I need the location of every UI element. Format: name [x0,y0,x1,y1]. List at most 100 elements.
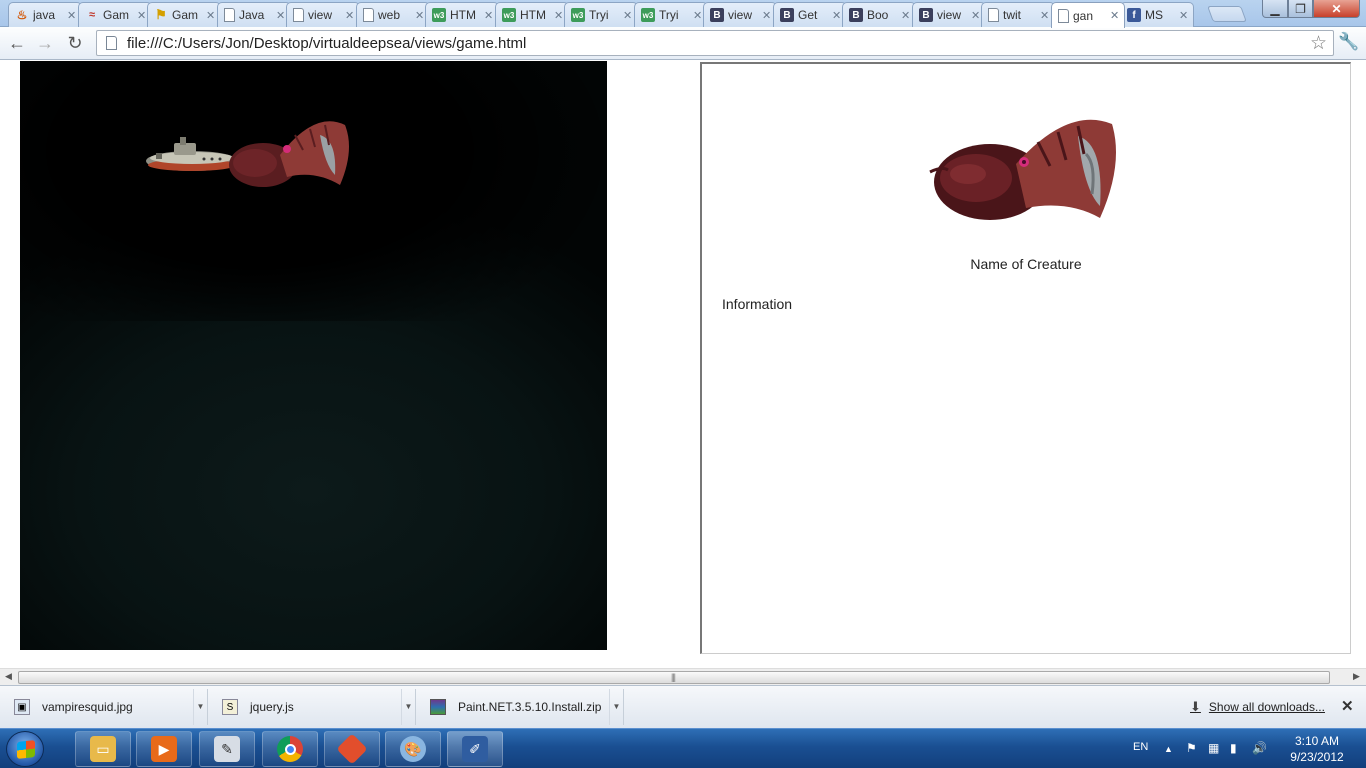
scroll-left-icon[interactable]: ◀ [5,671,12,682]
browser-tab[interactable]: w3 HTM ✕ [425,2,499,27]
start-button[interactable] [6,731,44,767]
scroll-right-icon[interactable]: ▶ [1353,671,1360,682]
close-tab-icon[interactable]: ✕ [901,9,911,22]
scrollbar-thumb[interactable]: ||| [18,671,1330,684]
tab-label: Tryi [589,8,609,22]
page-viewport: Name of Creature Information [0,61,1366,668]
minimize-window-button[interactable]: ▁ [1262,0,1288,18]
close-download-shelf-button[interactable]: ✕ [1341,697,1354,715]
power-icon[interactable]: ▮ [1230,741,1237,755]
browser-tab[interactable]: ♨ java ✕ [8,2,82,27]
tab-label: MS [1145,8,1163,22]
back-button[interactable]: ← [5,32,29,54]
close-tab-icon[interactable]: ✕ [206,9,216,22]
tab-label: Gam [172,8,199,22]
creature-name: Name of Creature [970,256,1082,272]
close-tab-icon[interactable]: ✕ [623,9,633,22]
close-tab-icon[interactable]: ✕ [67,9,77,22]
w3schools-icon: w3 [502,8,516,22]
taskbar-media-player[interactable]: ▶ [136,731,192,767]
taskbar-notepad[interactable]: ✎ [199,731,255,767]
close-tab-icon[interactable]: ✕ [484,9,494,22]
download-filename: jquery.js [250,700,294,714]
maximize-icon: ❐ [1295,1,1306,16]
close-tab-icon[interactable]: ✕ [554,9,564,22]
game-canvas[interactable] [20,61,607,650]
facebook-icon: f [1127,8,1141,22]
network-icon[interactable]: ▦ [1208,741,1219,755]
tab-label: Boo [867,8,889,22]
close-tab-icon[interactable]: ✕ [415,9,425,22]
browser-tab[interactable]: B Get ✕ [773,2,847,27]
browser-tab[interactable]: w3 Tryi ✕ [564,2,638,27]
close-tab-icon[interactable]: ✕ [1110,9,1120,22]
browser-tab[interactable]: gan ✕ [1051,2,1125,28]
url-input[interactable] [127,34,1310,52]
browser-tab[interactable]: Bview ✕ [703,2,777,27]
chevron-down-icon[interactable]: ▼ [401,689,415,725]
taskbar-paint[interactable]: 🎨 [385,731,441,767]
download-item[interactable]: S jquery.js ▼ [210,689,416,725]
tab-label: Gam [103,8,130,22]
close-tab-icon[interactable]: ✕ [345,9,355,22]
volume-icon[interactable]: 🔊 [1252,741,1267,755]
browser-tab[interactable]: view ✕ [286,2,360,27]
bookmark-star-icon[interactable]: ☆ [1310,32,1327,55]
settings-wrench-button[interactable]: 🔧 [1338,32,1359,52]
tab-label: web [378,8,401,22]
system-tray: EN ▲ ⚑ ▦ ▮ 🔊 3:10 AM 9/23/2012 [1120,729,1366,768]
creature-information: Information [722,296,793,312]
download-item[interactable]: ▣ vampiresquid.jpg ▼ [2,689,208,725]
browser-tab[interactable]: w3 Tryi ✕ [634,2,708,27]
close-window-button[interactable]: ✕ [1313,0,1360,18]
browser-tab-strip: ♨ java ✕ ≈ Gam ✕ ⚑ Gam ✕ Java ✕ view ✕ web ✕ w3 HTM ✕ w3 HT… [0,0,1366,28]
creature-info-panel: Name of Creature Information [700,62,1351,654]
wrench-icon: 🔧 [1338,32,1360,51]
download-item[interactable]: Paint.NET.3.5.10.Install.zip ▼ [418,689,624,725]
new-tab-button[interactable] [1207,6,1247,22]
browser-tab[interactable]: twit ✕ [981,2,1055,27]
close-tab-icon[interactable]: ✕ [1040,9,1050,22]
language-indicator[interactable]: EN [1133,741,1148,753]
horizontal-scrollbar[interactable]: ◀ ||| ▶ [0,668,1366,685]
maximize-window-button[interactable]: ❐ [1288,0,1313,18]
media-player-icon: ▶ [151,736,177,762]
browser-tab[interactable]: w3 HTM ✕ [495,2,569,27]
java-icon: ♨ [16,8,28,22]
forward-button[interactable]: → [33,32,57,54]
bootstrap-icon: B [710,8,724,22]
taskbar-file-explorer[interactable]: ▭ [75,731,131,767]
taskbar-git[interactable] [324,731,380,767]
browser-tab[interactable]: ⚑ Gam ✕ [147,2,221,27]
w3schools-icon: w3 [641,8,655,22]
reload-icon: ↻ [67,32,83,53]
download-filename: vampiresquid.jpg [42,700,133,714]
paint-icon: 🎨 [400,736,426,762]
action-center-flag-icon[interactable]: ⚑ [1186,741,1197,755]
close-tab-icon[interactable]: ✕ [693,9,703,22]
close-tab-icon[interactable]: ✕ [971,9,981,22]
browser-tab[interactable]: f MS ✕ [1120,2,1194,27]
close-tab-icon[interactable]: ✕ [276,9,286,22]
close-tab-icon[interactable]: ✕ [1179,9,1189,22]
browser-tab[interactable]: ≈ Gam ✕ [78,2,152,27]
close-tab-icon[interactable]: ✕ [137,9,147,22]
show-all-downloads-link[interactable]: ⬇ Show all downloads... [1190,699,1325,715]
taskbar-chrome[interactable] [262,731,318,767]
tab-label: view [937,8,962,22]
browser-tab[interactable]: B Boo ✕ [842,2,916,27]
address-bar[interactable]: ☆ [96,30,1334,56]
browser-tab[interactable]: Bview ✕ [912,2,986,27]
arrow-right-icon: → [36,32,54,53]
browser-tab[interactable]: web ✕ [356,2,430,27]
taskbar-paint-net[interactable]: ✐ [447,731,503,767]
close-tab-icon[interactable]: ✕ [832,9,842,22]
chevron-down-icon[interactable]: ▼ [609,689,623,725]
close-tab-icon[interactable]: ✕ [762,9,772,22]
chevron-down-icon[interactable]: ▼ [193,689,207,725]
browser-tab[interactable]: Java ✕ [217,2,291,27]
show-hidden-icons-icon[interactable]: ▲ [1164,744,1173,754]
tab-label: java [33,8,56,22]
taskbar-clock[interactable]: 3:10 AM 9/23/2012 [1280,733,1354,765]
reload-button[interactable]: ↻ [63,32,87,54]
